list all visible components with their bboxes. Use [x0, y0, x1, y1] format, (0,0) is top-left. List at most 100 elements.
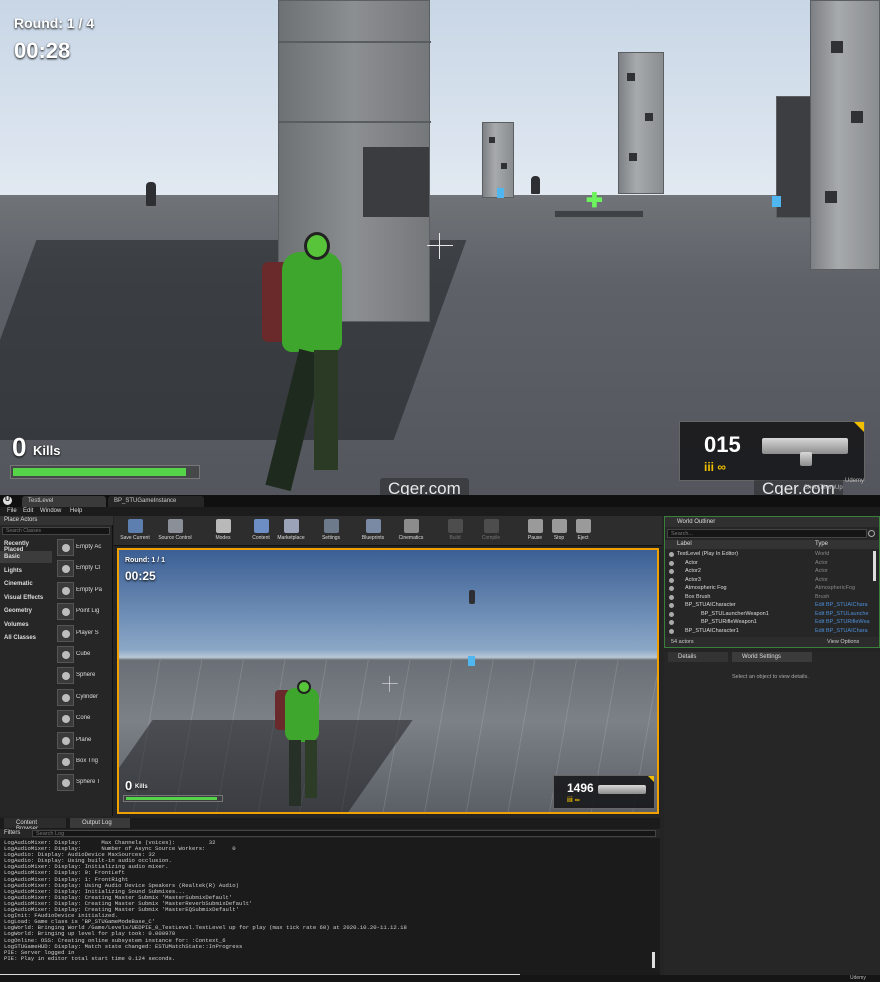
button-label: Modes	[215, 535, 231, 541]
filters-dropdown[interactable]: Filters	[4, 830, 20, 836]
outliner-type[interactable]: Edit BP_STULaunche	[815, 611, 869, 617]
menu-window[interactable]: Window	[40, 508, 61, 514]
outliner-row[interactable]: BP_STUAICharacter1 Edit BP_STUAIChara	[665, 628, 875, 637]
visibility-eye-icon[interactable]	[669, 628, 674, 634]
actor-label: Box Trig	[76, 758, 99, 764]
player-character	[262, 232, 358, 494]
visibility-eye-icon[interactable]	[669, 594, 674, 600]
tab-testlevel[interactable]: TestLevel	[22, 496, 106, 507]
actor-item[interactable]: Empty Ac	[55, 538, 111, 557]
outliner-label: TestLevel (Play In Editor)	[677, 551, 739, 557]
visibility-eye-icon[interactable]	[669, 577, 674, 583]
eject-button[interactable]: Eject	[564, 518, 602, 544]
button-label: Blueprints	[361, 535, 385, 541]
category-cinematic[interactable]: Cinematic	[0, 578, 52, 590]
details-empty-message: Select an object to view details.	[732, 674, 809, 680]
outliner-scrollbar[interactable]	[873, 551, 876, 581]
actor-label: Empty Cl	[76, 565, 101, 572]
category-basic[interactable]: Basic	[0, 551, 52, 563]
tab-label: BP_STUGameInstance	[114, 498, 177, 504]
tab-details[interactable]: Details	[668, 652, 728, 662]
command-bar[interactable]: Udemy	[0, 975, 880, 982]
button-label: Settings	[321, 535, 341, 541]
search-placeholder: Search...	[671, 531, 694, 537]
build-button[interactable]: Build	[436, 518, 474, 544]
actor-item[interactable]: Cone	[55, 709, 111, 728]
visibility-eye-icon[interactable]	[669, 603, 674, 608]
actor-item[interactable]: Plane	[55, 731, 111, 750]
outliner-type: Actor	[815, 568, 828, 574]
log-text: LogAudioMixer: Display: Max Channels (vo…	[4, 840, 407, 962]
tab-output-log[interactable]: Output Log	[70, 818, 130, 828]
actor-item[interactable]: Cylinder	[55, 688, 111, 707]
category-recently-placed[interactable]: Recently Placed	[0, 538, 52, 553]
ammo-count: 015	[704, 432, 741, 457]
visibility-eye-icon[interactable]	[669, 586, 674, 591]
cinematics-button[interactable]: Cinematics	[392, 518, 430, 544]
blueprints-button[interactable]: Blueprints	[354, 518, 392, 544]
outliner-type[interactable]: Edit BP_STUAIChara	[815, 602, 868, 608]
outliner-row[interactable]: Actor Actor	[665, 560, 875, 569]
outliner-row[interactable]: Atmospheric Fog AtmosphericFog	[665, 585, 875, 594]
actor-item[interactable]: Player S	[55, 624, 111, 643]
tab-world-settings[interactable]: World Settings	[732, 652, 812, 662]
category-geometry[interactable]: Geometry	[0, 605, 52, 617]
level-viewport[interactable]: Round: 1 / 1 00:25 0 Kills 1496 iii ∞	[117, 548, 659, 814]
log-filter-bar: Filters Search Log	[0, 829, 660, 838]
kills-label: Kills	[33, 443, 61, 458]
settings-button[interactable]: Settings	[312, 518, 350, 544]
visibility-eye-icon[interactable]	[669, 552, 674, 557]
category-visual-effects[interactable]: Visual Effects	[0, 592, 52, 604]
health-bar-fill	[126, 797, 218, 800]
weapon-ammo-panel: 015 iii ∞	[679, 421, 865, 481]
outliner-row[interactable]: BP_STULauncherWeapon1 Edit BP_STULaunche	[665, 611, 875, 620]
outliner-type[interactable]: Edit BP_STUAIChara	[815, 628, 868, 634]
search-log-input[interactable]: Search Log	[32, 830, 656, 837]
outliner-row[interactable]: Box Brush Brush	[665, 594, 875, 603]
actor-item[interactable]: Cube	[55, 645, 111, 664]
search-classes-input[interactable]: Search Classes	[2, 527, 110, 535]
weapon-ammo-panel: 1496 iii ∞	[553, 775, 655, 809]
category-lights[interactable]: Lights	[0, 565, 52, 577]
source-control-button[interactable]: Source Control	[156, 518, 194, 544]
outliner-row[interactable]: TestLevel (Play In Editor) World	[665, 551, 875, 560]
visibility-eye-icon[interactable]	[669, 620, 674, 625]
outliner-row[interactable]: Actor2 Actor	[665, 568, 875, 577]
search-placeholder: Search Log	[36, 831, 65, 837]
log-vertical-scrollbar[interactable]	[652, 952, 655, 968]
view-options-button[interactable]: View Options	[827, 639, 859, 645]
actor-label: Sphere	[76, 672, 96, 679]
category-all-classes[interactable]: All Classes	[0, 632, 52, 644]
tab-content-browser[interactable]: Content Browser	[4, 818, 66, 832]
outliner-search-input[interactable]: Search...	[667, 529, 867, 538]
menu-edit[interactable]: Edit	[23, 508, 33, 514]
actor-item[interactable]: Sphere T	[55, 773, 111, 792]
actor-thumbnail-icon	[57, 581, 74, 599]
marketplace-button[interactable]: Marketplace	[272, 518, 310, 544]
outliner-type[interactable]: Edit BP_STURifleWea	[815, 619, 870, 625]
outliner-label: Actor	[685, 559, 698, 566]
category-volumes[interactable]: Volumes	[0, 619, 52, 631]
compile-button[interactable]: Compile	[472, 518, 510, 544]
actor-item[interactable]: Box Trig	[55, 752, 111, 771]
actor-item[interactable]: Empty Cl	[55, 559, 111, 578]
visibility-eye-icon[interactable]	[669, 611, 674, 617]
menu-file[interactable]: File	[7, 508, 17, 514]
visibility-eye-icon[interactable]	[669, 560, 674, 566]
actor-item[interactable]: Empty Pa	[55, 581, 111, 600]
outliner-row[interactable]: BP_STURifleWeapon1 Edit BP_STURifleWea	[665, 619, 875, 628]
eject-icon	[575, 519, 591, 533]
modes-button[interactable]: Modes	[204, 518, 242, 544]
menu-help[interactable]: Help	[70, 508, 82, 514]
main-toolbar: Save Current Source Control Modes Conten…	[114, 516, 662, 546]
column-label[interactable]: Label	[677, 541, 692, 547]
tab-gameinstance[interactable]: BP_STUGameInstance	[108, 496, 204, 507]
save-current-button[interactable]: Save Current	[116, 518, 154, 544]
outliner-row[interactable]: Actor3 Actor	[665, 577, 875, 586]
tab-label: Details	[678, 654, 697, 660]
actor-item[interactable]: Point Lig	[55, 602, 111, 621]
outliner-row[interactable]: BP_STUAICharacter Edit BP_STUAIChara	[665, 602, 875, 611]
actor-item[interactable]: Sphere	[55, 666, 111, 685]
column-type[interactable]: Type	[815, 541, 828, 547]
visibility-eye-icon[interactable]	[669, 569, 674, 574]
